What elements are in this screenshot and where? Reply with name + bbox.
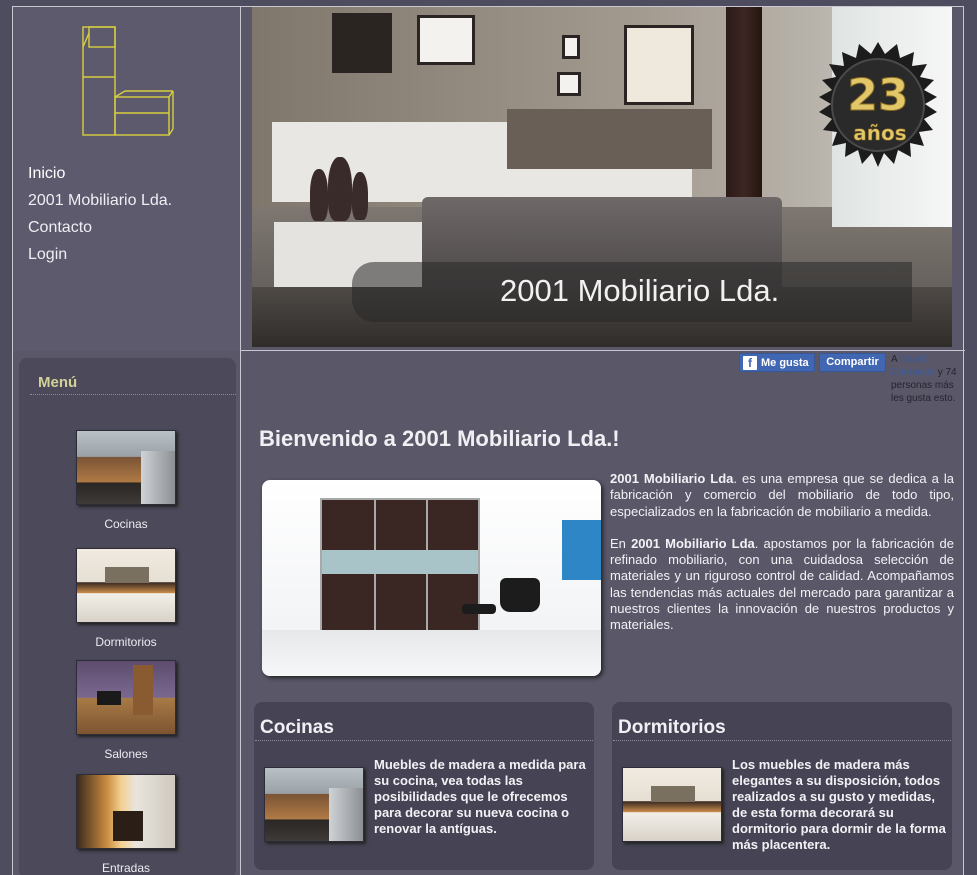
feature-divider — [613, 740, 951, 741]
brand-name: 2001 Mobiliario Lda — [610, 471, 734, 486]
liker-link[interactable]: David Camarate — [891, 354, 935, 378]
menu-item-label: Entradas — [101, 861, 151, 875]
hero-vase — [352, 172, 368, 220]
like-label: Me gusta — [761, 356, 809, 369]
feature-text: Los muebles de madera más elegantes a su… — [732, 757, 946, 852]
feature-title: Dormitorios — [618, 717, 726, 738]
like-count-middle: y 74 — [937, 367, 957, 378]
nav-item-inicio[interactable]: Inicio — [28, 160, 172, 187]
top-navigation: Inicio 2001 Mobiliario Lda. Contacto Log… — [28, 160, 172, 268]
hero-frame-art — [332, 13, 392, 73]
menu-divider — [30, 394, 236, 395]
brand-name: 2001 Mobiliario Lda — [631, 535, 755, 551]
wardrobe-image — [262, 480, 601, 676]
badge-label: años — [853, 121, 906, 145]
facebook-like-button[interactable]: f Me gusta — [739, 353, 815, 372]
like-count-suffix: personas más les gusta esto. — [891, 380, 956, 404]
intro-text-2-start: En — [610, 535, 626, 551]
menu-item-cocinas[interactable]: Cocinas — [76, 430, 176, 531]
hero-frame-art — [417, 15, 475, 65]
menu-item-label: Salones — [104, 747, 148, 761]
hero-vase — [328, 157, 352, 221]
salones-thumbnail[interactable] — [76, 660, 176, 735]
intro-paragraph-2: En 2001 Mobiliario Lda. apostamos por la… — [610, 536, 954, 634]
nav-item-contacto[interactable]: Contacto — [28, 214, 172, 241]
cocinas-feature-image[interactable] — [264, 767, 364, 842]
menu-title: Menú — [38, 374, 78, 391]
hero-frame-art — [624, 25, 694, 105]
like-count: A David Camarate y 74 personas más les g… — [891, 353, 965, 405]
hero-vase — [310, 169, 328, 221]
intro-paragraph-1: 2001 Mobiliario Lda. es una empresa que … — [610, 471, 954, 520]
nav-item-login[interactable]: Login — [28, 241, 172, 268]
hero-headboard-panel — [507, 109, 712, 169]
menu-item-entradas[interactable]: Entradas — [76, 774, 176, 875]
hero-frame-art — [562, 35, 580, 59]
facebook-icon: f — [743, 355, 757, 370]
menu-item-salones[interactable]: Salones — [76, 660, 176, 761]
facebook-share-button[interactable]: Compartir — [819, 353, 886, 372]
dormitorios-thumbnail[interactable] — [76, 548, 176, 623]
cocinas-thumbnail[interactable] — [76, 430, 176, 505]
like-count-prefix: A — [891, 354, 898, 365]
feature-divider — [255, 740, 593, 741]
hero-title: 2001 Mobiliario Lda. — [500, 273, 780, 308]
dormitorios-feature-image[interactable] — [622, 767, 722, 842]
nav-item-mobiliario[interactable]: 2001 Mobiliario Lda. — [28, 187, 172, 214]
welcome-heading: Bienvenido a 2001 Mobiliario Lda.! — [259, 426, 620, 451]
menu-item-label: Cocinas — [104, 517, 148, 531]
column-divider — [240, 6, 241, 875]
menu-item-dormitorios[interactable]: Dormitorios — [76, 548, 176, 649]
entradas-thumbnail[interactable] — [76, 774, 176, 849]
feature-text: Muebles de madera a medida para su cocin… — [374, 757, 586, 836]
anniversary-badge: 23 años — [819, 42, 937, 167]
badge-number: 23 — [847, 70, 908, 121]
logo-icon[interactable] — [79, 25, 189, 137]
intro-text: 2001 Mobiliario Lda. es una empresa que … — [610, 471, 954, 650]
menu-item-label: Dormitorios — [95, 635, 157, 649]
hero-frame-art — [557, 72, 581, 96]
feature-title: Cocinas — [260, 717, 334, 738]
